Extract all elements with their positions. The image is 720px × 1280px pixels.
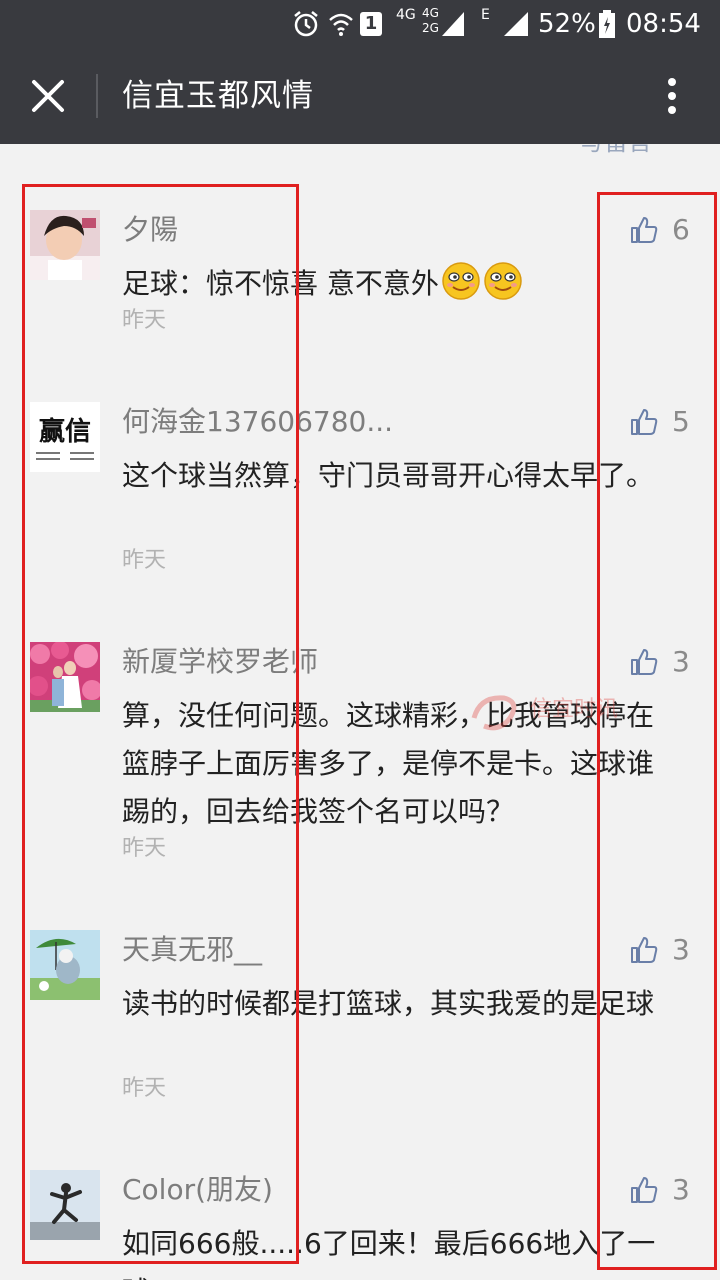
wifi-icon [329,13,353,36]
network-label-2g: 2G [422,21,439,35]
write-comment-link[interactable]: 写留言 [580,144,652,154]
battery-icon [599,10,615,38]
smile-emoji-icon [484,262,522,300]
page-title: 信宜玉都风情 [122,78,314,114]
battery-percent: 52% [538,9,596,39]
annotation-box-right [597,192,717,1270]
alarm-icon [294,11,318,37]
close-icon[interactable] [22,70,74,122]
annotation-box-left [22,184,299,1264]
nav-divider [96,74,98,118]
network-label-4g: 4G [396,7,416,23]
network-label-4g-top: 4G [422,6,439,20]
status-bar: 1 4G 4G 2G E 52% 08:54 [0,0,720,48]
sim-badge: 1 [360,12,382,36]
title-bar: 信宜玉都风情 [0,48,720,144]
clock: 08:54 [626,9,701,39]
signal-icon [442,12,464,36]
network-label-e: E [481,7,490,23]
more-vertical-icon[interactable] [654,74,690,118]
smile-emoji-icon [442,262,480,300]
signal-icon-2 [504,12,528,36]
partial-header: 写留言 [560,144,720,154]
